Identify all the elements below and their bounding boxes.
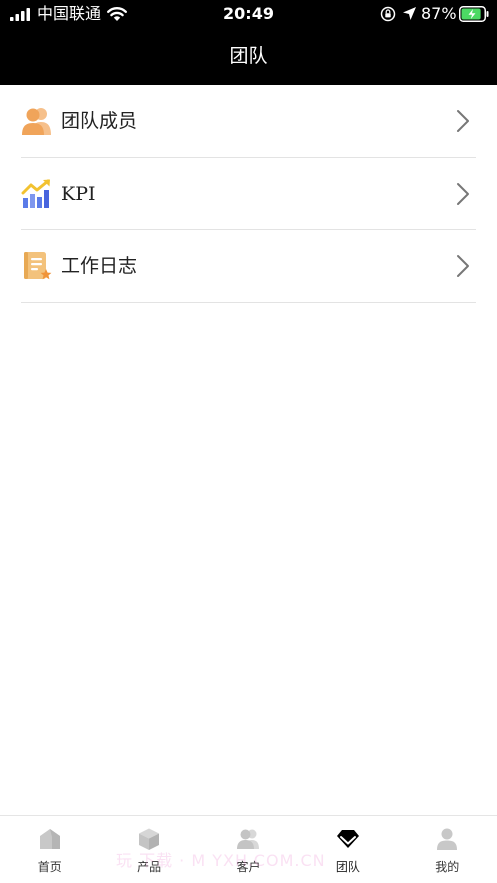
home-icon bbox=[39, 829, 60, 849]
battery-percent: 87% bbox=[421, 4, 457, 23]
tab-product[interactable]: 产品 bbox=[99, 816, 198, 883]
tab-profile[interactable]: 我的 bbox=[398, 816, 497, 883]
watermark-text: 玩 下载 · M YXH.COM.CN bbox=[116, 851, 326, 870]
status-bar: 中国联通 20:49 87% bbox=[0, 0, 497, 30]
tab-label: 首页 bbox=[37, 860, 62, 874]
menu-item-work-log[interactable]: 工作日志 bbox=[21, 230, 476, 303]
tab-home[interactable]: 首页 bbox=[0, 816, 99, 883]
menu-item-team-members[interactable]: 团队成员 bbox=[21, 85, 476, 158]
location-arrow-icon bbox=[403, 7, 416, 20]
chevron-right-icon bbox=[457, 182, 469, 205]
menu-item-label: 团队成员 bbox=[61, 110, 138, 132]
chevron-right-icon bbox=[457, 255, 469, 277]
work-log-icon bbox=[24, 252, 52, 280]
team-members-icon bbox=[22, 108, 51, 135]
menu-item-label: 工作日志 bbox=[61, 255, 138, 277]
menu-item-label: KPI bbox=[61, 182, 96, 205]
product-box-icon bbox=[139, 828, 160, 850]
profile-icon bbox=[437, 828, 458, 850]
team-diamond-icon bbox=[336, 830, 359, 848]
menu-item-kpi[interactable]: KPI bbox=[21, 158, 476, 230]
top-bar: 中国联通 20:49 87% 团队 bbox=[0, 0, 497, 85]
team-menu-list: 团队成员 KPI 工作日志 bbox=[21, 85, 476, 303]
page-title: 团队 bbox=[229, 45, 268, 67]
tab-customer[interactable]: 客户 bbox=[199, 816, 298, 883]
bottom-tab-bar: 首页 产品 客户 团队 我的 bbox=[0, 815, 497, 883]
rotation-lock-icon bbox=[380, 6, 396, 22]
customer-icon bbox=[237, 829, 260, 849]
tab-label: 我的 bbox=[435, 860, 460, 874]
chevron-right-icon bbox=[457, 110, 469, 132]
kpi-chart-icon bbox=[21, 179, 50, 208]
tab-team[interactable]: 团队 bbox=[298, 816, 397, 883]
battery-charging-icon bbox=[459, 6, 489, 22]
